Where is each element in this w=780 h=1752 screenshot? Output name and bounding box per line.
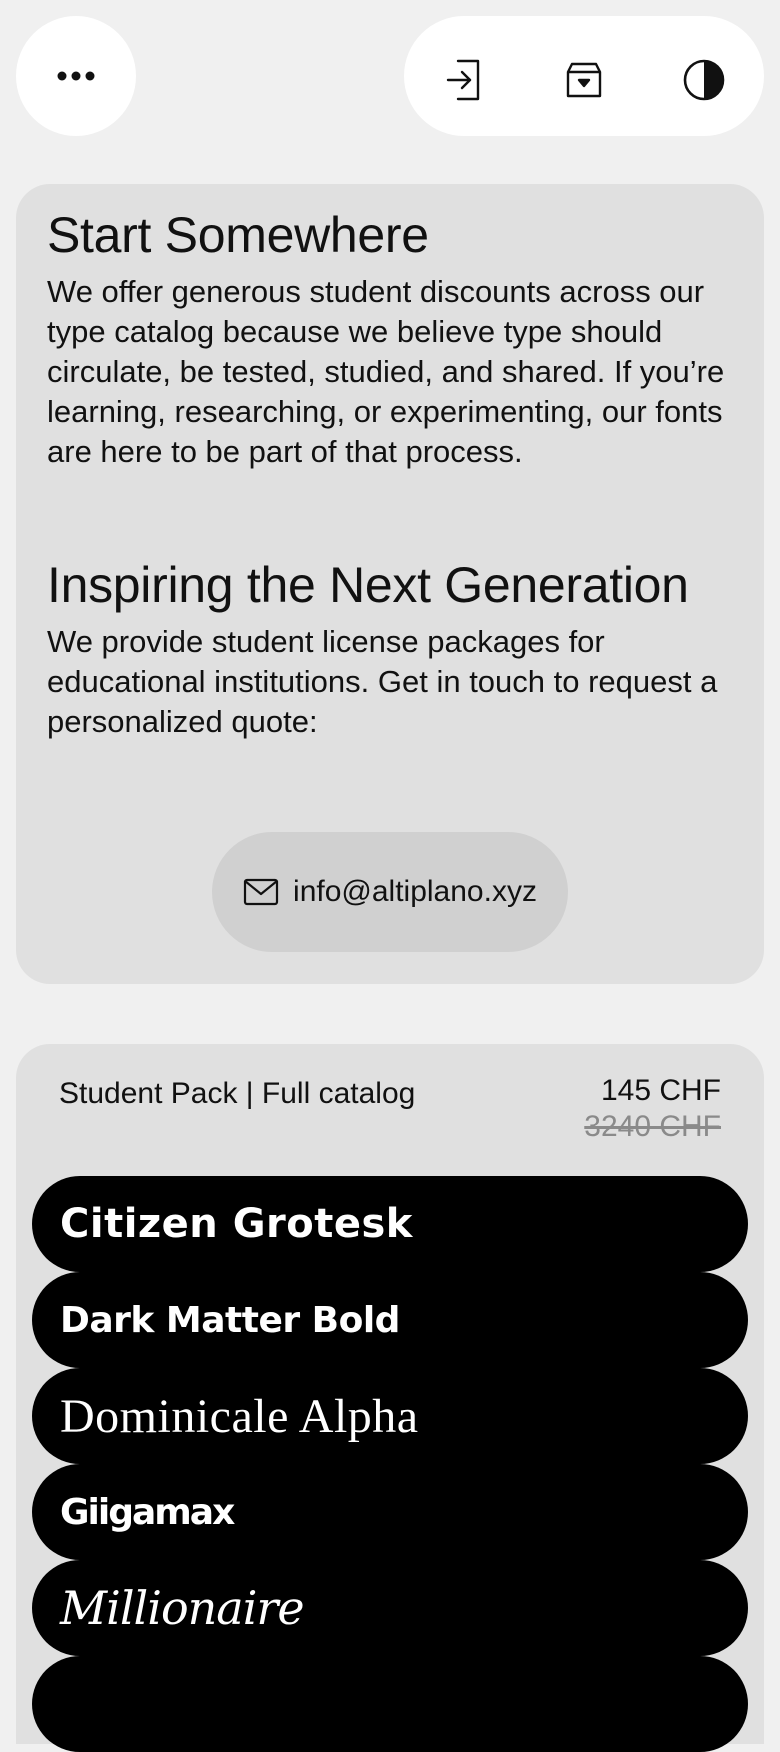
contrast-icon: [683, 59, 725, 101]
font-item-citizen-grotesk[interactable]: Citizen Grotesk: [32, 1176, 748, 1272]
email-button[interactable]: info@altiplano.xyz: [212, 832, 568, 952]
font-item-dominicale-alpha[interactable]: Dominicale Alpha: [32, 1368, 748, 1464]
login-button[interactable]: [442, 58, 486, 102]
pack-title: Student Pack | Full catalog: [59, 1077, 416, 1110]
more-horizontal-icon: [57, 71, 95, 81]
font-list: Citizen Grotesk Dark Matter Bold Dominic…: [32, 1176, 748, 1752]
pack-price: 145 CHF: [600, 1074, 721, 1107]
font-name: Dark Matter Bold: [60, 1299, 400, 1341]
section-subtitle: Inspiring the Next Generation: [47, 557, 689, 613]
section-body: We offer generous student discounts acro…: [47, 274, 725, 469]
font-item-dark-matter[interactable]: Dark Matter Bold: [32, 1272, 748, 1368]
cart-icon: [566, 62, 602, 98]
header-actions: [404, 16, 764, 136]
font-name: Citizen Grotesk: [60, 1201, 413, 1247]
font-item-millionaire[interactable]: Millionaire: [32, 1560, 748, 1656]
font-name: Dominicale Alpha: [60, 1389, 419, 1443]
font-item-next[interactable]: [32, 1656, 748, 1752]
section-title: Start Somewhere: [47, 207, 429, 263]
student-discount-card: Start Somewhere We offer generous studen…: [16, 184, 764, 984]
menu-button[interactable]: [16, 16, 136, 136]
email-label: info@altiplano.xyz: [293, 875, 537, 908]
font-item-giigamax[interactable]: Giigamax: [32, 1464, 748, 1560]
section-body-2: We provide student license packages for …: [47, 624, 718, 739]
font-name: Millionaire: [60, 1581, 305, 1635]
student-pack-card: Student Pack | Full catalog 145 CHF 3240…: [16, 1044, 764, 1752]
font-name: Giigamax: [60, 1491, 235, 1533]
top-bar: [0, 0, 780, 160]
theme-toggle-button[interactable]: [682, 58, 726, 102]
login-icon: [446, 59, 480, 101]
cart-button[interactable]: [562, 58, 606, 102]
mail-icon: [243, 878, 279, 906]
pack-old-price: 3240 CHF: [584, 1110, 721, 1143]
